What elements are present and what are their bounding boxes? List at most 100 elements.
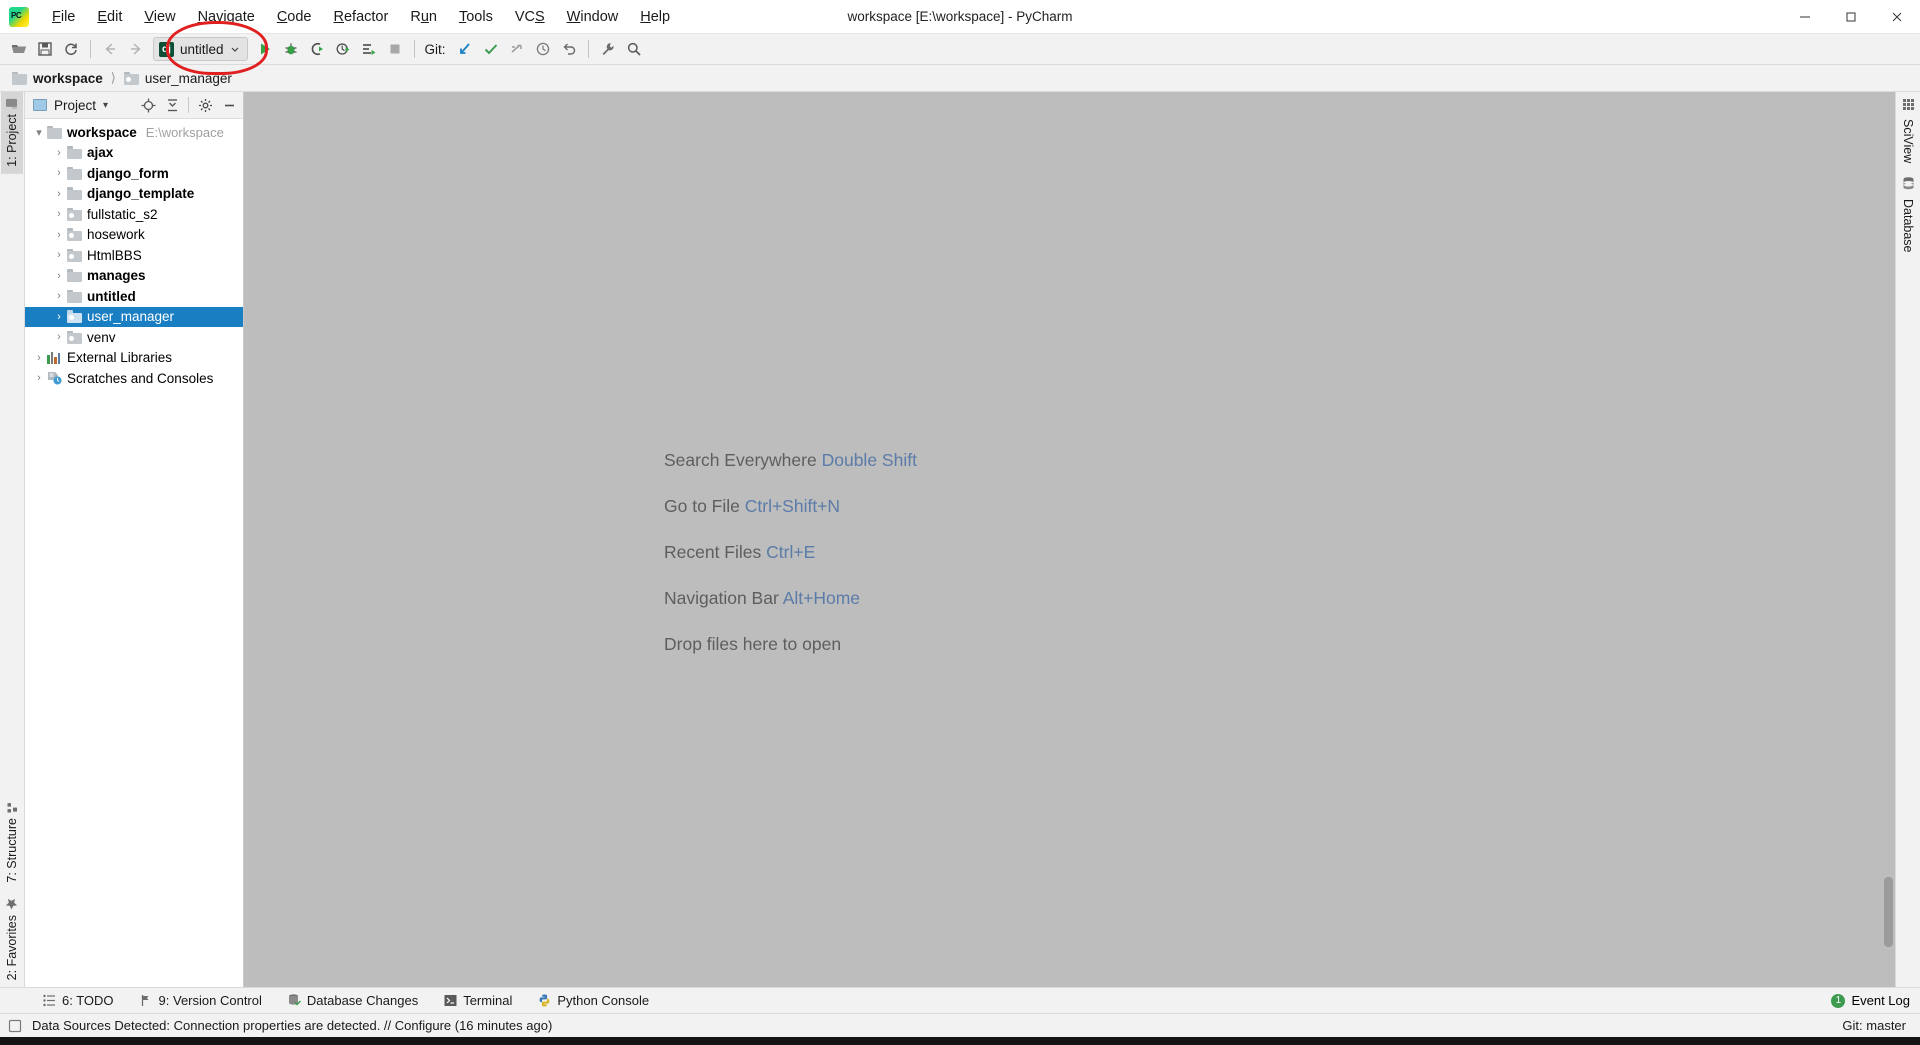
expand-arrow-icon[interactable]: › bbox=[51, 290, 67, 302]
run-configuration-selector[interactable]: dj untitled bbox=[153, 37, 248, 61]
expand-arrow-icon[interactable]: › bbox=[51, 188, 67, 200]
project-window-icon bbox=[33, 99, 47, 111]
close-button[interactable] bbox=[1874, 0, 1920, 33]
run-icon[interactable] bbox=[252, 37, 278, 61]
tree-item-label: Scratches and Consoles bbox=[67, 370, 214, 386]
collapse-all-icon[interactable] bbox=[161, 95, 183, 115]
git-branch-status[interactable]: Git: master bbox=[1842, 1018, 1920, 1033]
tree-row-fullstatic-s2[interactable]: › fullstatic_s2 bbox=[25, 204, 243, 225]
menu-code[interactable]: Code bbox=[266, 6, 323, 28]
debug-icon[interactable] bbox=[278, 37, 304, 61]
folder-icon bbox=[47, 125, 62, 139]
tree-row-htmlbbs[interactable]: › HtmlBBS bbox=[25, 245, 243, 266]
status-message[interactable]: Data Sources Detected: Connection proper… bbox=[32, 1018, 552, 1033]
tree-row-django-template[interactable]: › django_template bbox=[25, 184, 243, 205]
tree-row-manages[interactable]: › manages bbox=[25, 266, 243, 287]
expand-arrow-icon[interactable]: › bbox=[31, 352, 47, 364]
menu-tools[interactable]: Tools bbox=[448, 6, 504, 28]
menu-file[interactable]: File bbox=[41, 6, 86, 28]
breadcrumb-item-user-manager[interactable]: user_manager bbox=[123, 71, 232, 86]
event-log-button[interactable]: 1 Event Log bbox=[1831, 993, 1920, 1008]
profile-icon[interactable] bbox=[330, 37, 356, 61]
tree-row-untitled[interactable]: › untitled bbox=[25, 286, 243, 307]
open-folder-icon[interactable] bbox=[6, 37, 32, 61]
menu-window[interactable]: Window bbox=[556, 6, 630, 28]
search-icon[interactable] bbox=[621, 37, 647, 61]
update-project-icon[interactable] bbox=[452, 37, 478, 61]
expand-arrow-icon[interactable]: › bbox=[51, 208, 67, 220]
sidebar-item-database[interactable]: Database bbox=[1897, 170, 1919, 260]
project-tree[interactable]: ▾ workspace E:\workspace › ajax › django… bbox=[25, 119, 243, 987]
database-tab-label: Database bbox=[1901, 199, 1915, 253]
main-toolbar: dj untitled Git: bbox=[0, 21, 1920, 75]
expand-arrow-icon[interactable]: › bbox=[51, 270, 67, 282]
locate-target-icon[interactable] bbox=[137, 95, 159, 115]
stop-icon[interactable] bbox=[382, 37, 408, 61]
maximize-button[interactable] bbox=[1828, 0, 1874, 33]
expand-arrow-icon[interactable]: › bbox=[51, 167, 67, 179]
chevron-down-icon[interactable]: ▾ bbox=[103, 100, 108, 111]
status-bar: Data Sources Detected: Connection proper… bbox=[0, 1013, 1920, 1037]
menu-refactor[interactable]: Refactor bbox=[323, 6, 400, 28]
tree-item-label: HtmlBBS bbox=[87, 247, 142, 263]
expand-arrow-icon[interactable]: ▾ bbox=[31, 126, 47, 139]
expand-arrow-icon[interactable]: › bbox=[51, 147, 67, 159]
sidebar-item-project[interactable]: 1: Project bbox=[1, 92, 23, 174]
tree-row-venv[interactable]: › venv bbox=[25, 327, 243, 348]
module-folder-icon bbox=[123, 71, 139, 85]
breadcrumb: workspace ⟩ user_manager bbox=[0, 65, 1920, 92]
sidebar-item-structure[interactable]: 7: Structure bbox=[1, 795, 23, 890]
sidebar-item-favorites[interactable]: 2: Favorites bbox=[1, 890, 23, 987]
settings-gear-icon[interactable] bbox=[194, 95, 216, 115]
menu-help[interactable]: Help bbox=[629, 6, 681, 28]
commit-icon[interactable] bbox=[478, 37, 504, 61]
expand-arrow-icon[interactable]: › bbox=[51, 311, 67, 323]
tree-row-user-manager[interactable]: › user_manager bbox=[25, 306, 243, 327]
tree-row-django-form[interactable]: › django_form bbox=[25, 163, 243, 184]
tree-row-hosework[interactable]: › hosework bbox=[25, 225, 243, 246]
revert-icon[interactable] bbox=[556, 37, 582, 61]
bottom-item-database-changes[interactable]: Database Changes bbox=[275, 991, 431, 1010]
editor-welcome-area[interactable]: Search Everywhere Double Shift Go to Fil… bbox=[244, 92, 1895, 987]
bottom-item-python-console[interactable]: Python Console bbox=[525, 991, 662, 1010]
back-arrow-icon[interactable] bbox=[97, 37, 123, 61]
menu-run[interactable]: Run bbox=[399, 6, 448, 28]
run-with-coverage-icon[interactable] bbox=[304, 37, 330, 61]
menu-vcs[interactable]: VCS bbox=[504, 6, 556, 28]
bottom-item-version-control[interactable]: 9: Version Control bbox=[127, 991, 275, 1010]
menu-edit[interactable]: Edit bbox=[86, 6, 133, 28]
breadcrumb-item-workspace[interactable]: workspace bbox=[12, 71, 103, 86]
bottom-item-terminal[interactable]: Terminal bbox=[431, 991, 525, 1010]
bottom-item-label: Database Changes bbox=[306, 993, 419, 1008]
tree-item-label: hosework bbox=[87, 227, 145, 243]
hide-panel-icon[interactable] bbox=[218, 95, 240, 115]
bottom-item-label: Python Console bbox=[557, 993, 650, 1008]
minimize-button[interactable] bbox=[1782, 0, 1828, 33]
project-tool-window: Project ▾ ▾ workspace E:\workspace › aja… bbox=[25, 92, 244, 987]
editor-scrollbar[interactable] bbox=[1884, 877, 1893, 947]
settings-wrench-icon[interactable] bbox=[595, 37, 621, 61]
push-icon[interactable] bbox=[504, 37, 530, 61]
tree-row-external-libraries[interactable]: › External Libraries bbox=[25, 348, 243, 369]
expand-arrow-icon[interactable]: › bbox=[51, 229, 67, 241]
refresh-icon[interactable] bbox=[58, 37, 84, 61]
forward-arrow-icon[interactable] bbox=[123, 37, 149, 61]
menu-view[interactable]: View bbox=[133, 6, 186, 28]
expand-arrow-icon[interactable]: › bbox=[51, 249, 67, 261]
tree-row-scratches-and-consoles[interactable]: › Scratches and Consoles bbox=[25, 368, 243, 389]
tree-item-label: venv bbox=[87, 329, 116, 345]
expand-arrow-icon[interactable]: › bbox=[51, 331, 67, 343]
right-tool-strip: SciView Database bbox=[1895, 92, 1920, 987]
todo-icon bbox=[43, 994, 55, 1007]
sidebar-item-sciview[interactable]: SciView bbox=[1897, 92, 1919, 170]
panel-separator bbox=[188, 97, 189, 113]
bottom-item-todo[interactable]: 6: TODO bbox=[30, 991, 127, 1010]
expand-arrow-icon[interactable]: › bbox=[31, 372, 47, 384]
notification-icon[interactable] bbox=[8, 1019, 22, 1033]
save-icon[interactable] bbox=[32, 37, 58, 61]
menu-navigate[interactable]: Navigate bbox=[187, 6, 266, 28]
run-dashboard-icon[interactable] bbox=[356, 37, 382, 61]
tree-row-ajax[interactable]: › ajax bbox=[25, 143, 243, 164]
tree-row-workspace[interactable]: ▾ workspace E:\workspace bbox=[25, 122, 243, 143]
history-icon[interactable] bbox=[530, 37, 556, 61]
